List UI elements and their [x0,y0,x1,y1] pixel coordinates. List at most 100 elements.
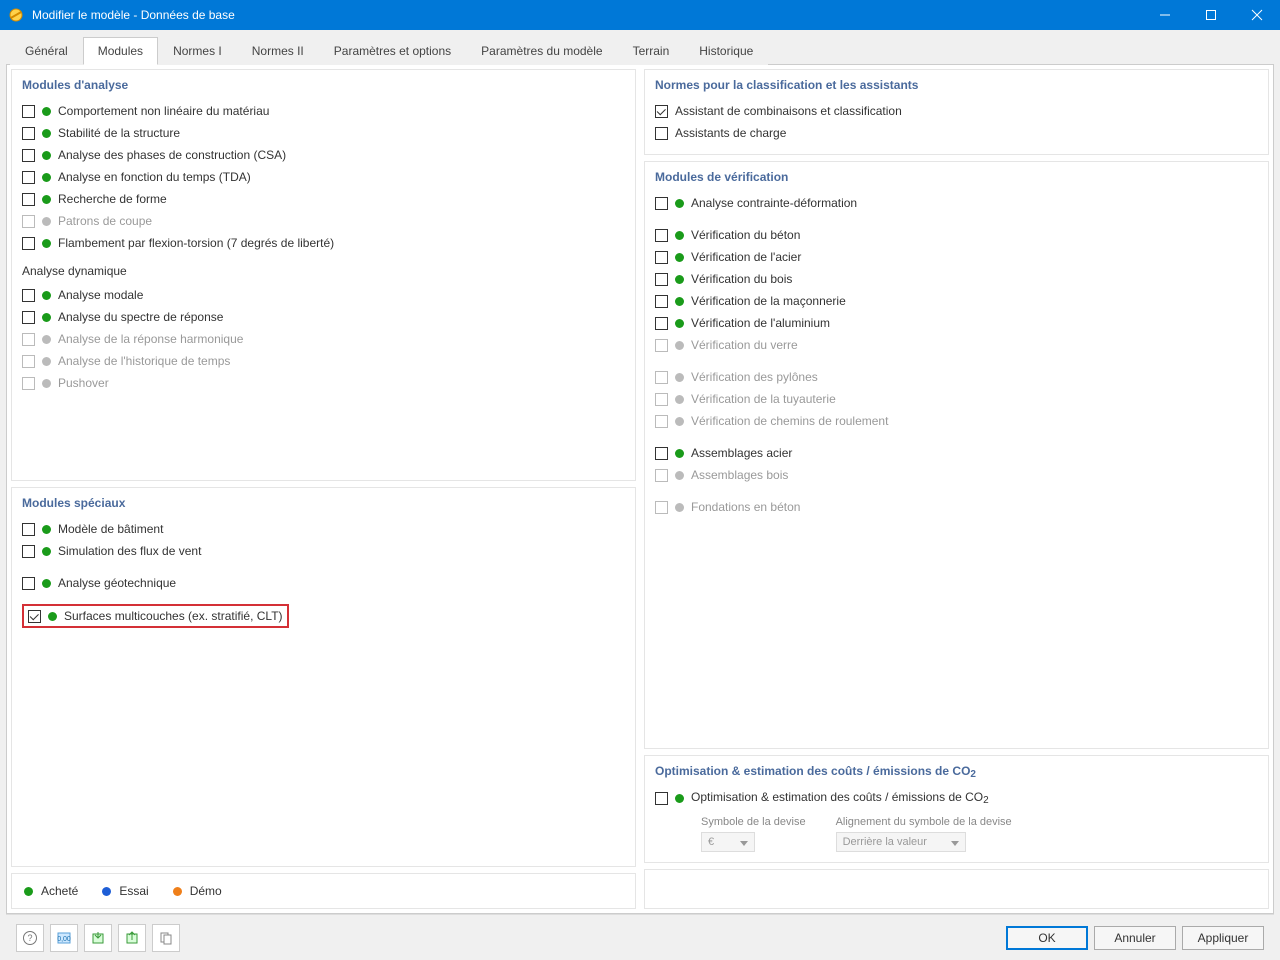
checkbox [22,377,35,390]
item-label: Comportement non linéaire du matériau [58,102,269,120]
verify-item: Vérification du béton [655,224,1258,246]
import-icon-button[interactable] [84,924,112,952]
window-title: Modifier le modèle - Données de base [32,8,1142,22]
module-item: Comportement non linéaire du matériau [22,100,625,122]
checkbox [655,501,668,514]
verify-panel: Modules de vérification Analyse contrain… [644,161,1269,749]
checkbox[interactable] [28,610,41,623]
close-button[interactable] [1234,0,1280,30]
status-dot-icon [48,612,57,621]
verify-item: Vérification du verre [655,334,1258,356]
item-label: Flambement par flexion-torsion (7 degrés… [58,234,334,252]
opt-checkbox[interactable] [655,792,668,805]
item-label: Vérification de l'acier [691,248,801,266]
tab-g-n-ral[interactable]: Général [10,37,83,65]
checkbox[interactable] [655,447,668,460]
status-dot-icon [42,291,51,300]
item-label: Patrons de coupe [58,212,152,230]
status-dot-icon [42,525,51,534]
checkbox[interactable] [22,577,35,590]
item-label: Assistant de combinaisons et classificat… [675,102,902,120]
norms-item: Assistants de charge [655,122,1258,144]
item-label: Vérification du bois [691,270,792,288]
checkbox[interactable] [22,171,35,184]
checkbox[interactable] [22,127,35,140]
app-icon [8,7,24,23]
verify-item: Vérification du bois [655,268,1258,290]
item-label: Analyse de la réponse harmonique [58,330,243,348]
item-label: Fondations en béton [691,498,800,516]
units-icon-button[interactable]: 0,00 [50,924,78,952]
checkbox[interactable] [655,251,668,264]
module-item: Analyse des phases de construction (CSA) [22,144,625,166]
tab-normes-i[interactable]: Normes I [158,37,237,65]
maximize-button[interactable] [1188,0,1234,30]
ok-button[interactable]: OK [1006,926,1088,950]
checkbox[interactable] [655,273,668,286]
checkbox[interactable] [655,127,668,140]
checkbox[interactable] [22,105,35,118]
status-dot-icon [42,313,51,322]
module-item: Patrons de coupe [22,210,625,232]
status-dot-icon [42,129,51,138]
status-dot-icon [675,449,684,458]
checkbox[interactable] [655,295,668,308]
currency-align-combo[interactable]: Derrière la valeur [836,832,966,852]
checkbox[interactable] [22,311,35,324]
tabs: GénéralModulesNormes INormes IIParamètre… [6,36,1274,65]
currency-symbol-combo[interactable]: € [701,832,755,852]
cancel-button[interactable]: Annuler [1094,926,1176,950]
checkbox[interactable] [22,237,35,250]
item-label: Analyse modale [58,286,143,304]
tab-modules[interactable]: Modules [83,37,158,65]
norms-title: Normes pour la classification et les ass… [655,78,1258,92]
checkbox [22,333,35,346]
legend-dot-trial [102,887,111,896]
dynamic-title: Analyse dynamique [22,264,625,278]
checkbox[interactable] [655,229,668,242]
status-dot-icon [675,275,684,284]
tab-normes-ii[interactable]: Normes II [237,37,319,65]
tab-param-tres-du-mod-le[interactable]: Paramètres du modèle [466,37,617,65]
norms-item: Assistant de combinaisons et classificat… [655,100,1258,122]
status-dot-icon [42,335,51,344]
tab-param-tres-et-options[interactable]: Paramètres et options [319,37,466,65]
status-dot-icon [675,297,684,306]
checkbox[interactable] [22,523,35,536]
checkbox[interactable] [22,289,35,302]
checkbox[interactable] [655,317,668,330]
tab-historique[interactable]: Historique [684,37,768,65]
tab-terrain[interactable]: Terrain [618,37,685,65]
module-item: Pushover [22,372,625,394]
checkbox[interactable] [655,197,668,210]
apply-button[interactable]: Appliquer [1182,926,1264,950]
verify-item: Vérification de chemins de roulement [655,410,1258,432]
item-label: Vérification de la tuyauterie [691,390,836,408]
checkbox[interactable] [22,545,35,558]
svg-text:0,00: 0,00 [57,936,71,943]
status-dot-icon [675,341,684,350]
item-label: Analyse des phases de construction (CSA) [58,146,286,164]
item-label: Vérification de chemins de roulement [691,412,888,430]
module-item: Analyse modale [22,284,625,306]
titlebar: Modifier le modèle - Données de base [0,0,1280,30]
item-label: Vérification du béton [691,226,800,244]
checkbox[interactable] [655,105,668,118]
checkbox[interactable] [22,149,35,162]
module-item: Analyse en fonction du temps (TDA) [22,166,625,188]
item-label: Surfaces multicouches (ex. stratifié, CL… [64,607,283,625]
status-dot-icon [42,195,51,204]
copy-icon-button[interactable] [152,924,180,952]
checkbox[interactable] [22,193,35,206]
status-dot-icon [675,319,684,328]
item-label: Pushover [58,374,109,392]
help-icon-button[interactable]: ? [16,924,44,952]
special-title: Modules spéciaux [22,496,625,510]
legend-dot-purchased [24,887,33,896]
status-dot-icon [675,253,684,262]
svg-text:?: ? [27,933,32,943]
export-icon-button[interactable] [118,924,146,952]
item-label: Modèle de bâtiment [58,520,163,538]
verify-item: Fondations en béton [655,496,1258,518]
minimize-button[interactable] [1142,0,1188,30]
